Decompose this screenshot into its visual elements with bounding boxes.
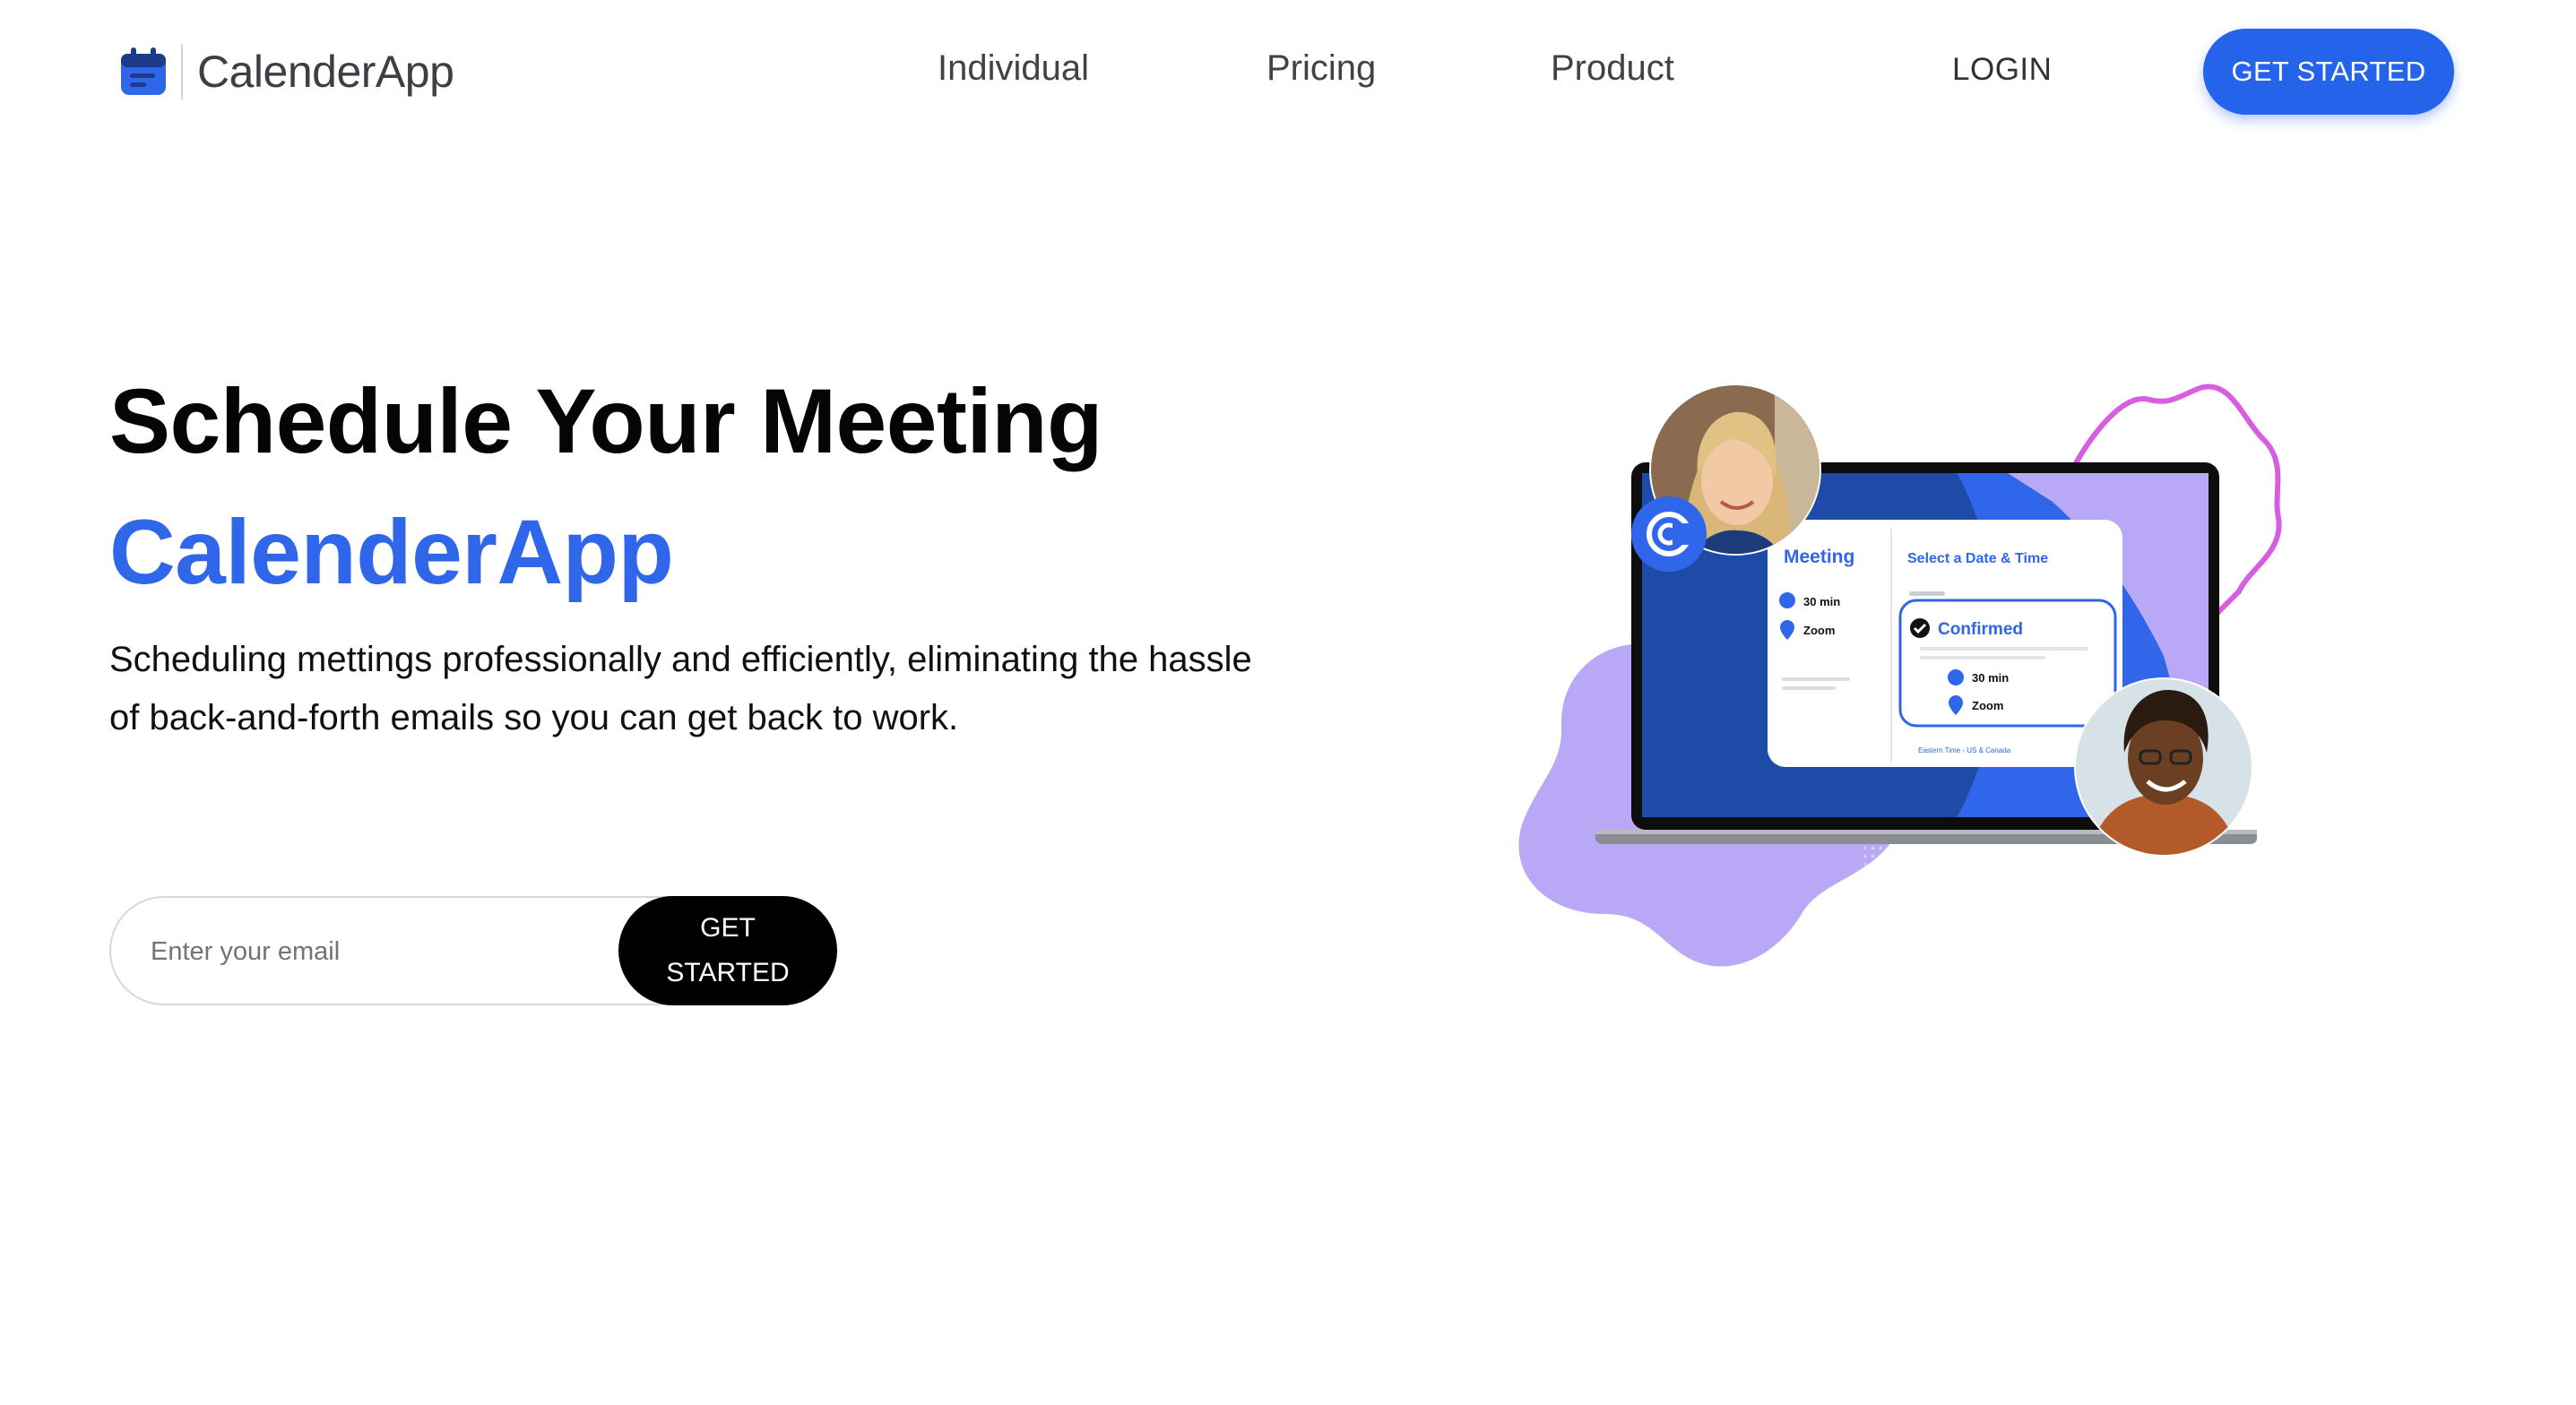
card-location-left: Zoom xyxy=(1803,624,1835,637)
calendar-icon xyxy=(118,45,169,99)
hero-brand-name: CalenderApp xyxy=(109,501,674,603)
login-link[interactable]: LOGIN xyxy=(1952,52,2052,88)
nav-link-pricing[interactable]: Pricing xyxy=(1266,48,1376,89)
get-started-button[interactable]: GET STARTED xyxy=(2203,29,2454,115)
card-duration-right: 30 min xyxy=(1972,671,2009,685)
timezone-label: Eastern Time - US & Canada xyxy=(1918,746,2011,754)
brand-badge xyxy=(1631,496,1707,572)
brand-name: CalenderApp xyxy=(197,47,454,97)
hero-description: Scheduling mettings professionally and e… xyxy=(109,640,1252,737)
confirmed-card xyxy=(1898,599,2117,728)
confirmed-label: Confirmed xyxy=(1938,620,2023,639)
hero-get-started-button[interactable]: GET STARTED xyxy=(618,896,837,1005)
top-navbar: CalenderApp Individual Pricing Product L… xyxy=(0,0,2576,143)
nav-link-individual[interactable]: Individual xyxy=(938,48,1089,89)
select-date-label: Select a Date & Time xyxy=(1907,551,2048,566)
email-input[interactable] xyxy=(149,925,618,978)
hero-title: Schedule Your Meeting xyxy=(109,370,1102,472)
email-signup-form: GET STARTED xyxy=(109,896,837,1005)
card-duration-left: 30 min xyxy=(1803,595,1840,608)
nav-link-product[interactable]: Product xyxy=(1551,48,1674,89)
logo-divider xyxy=(181,44,183,99)
brand-logo[interactable]: CalenderApp xyxy=(118,44,454,99)
meeting-label: Meeting xyxy=(1784,547,1854,567)
laptop-scheduling-illustration: Meeting Select a Date & Time 30 min Zoom… xyxy=(1518,384,2282,967)
hero-illustration: Meeting Select a Date & Time 30 min Zoom… xyxy=(1506,376,2295,1021)
card-location-right: Zoom xyxy=(1972,699,2003,712)
